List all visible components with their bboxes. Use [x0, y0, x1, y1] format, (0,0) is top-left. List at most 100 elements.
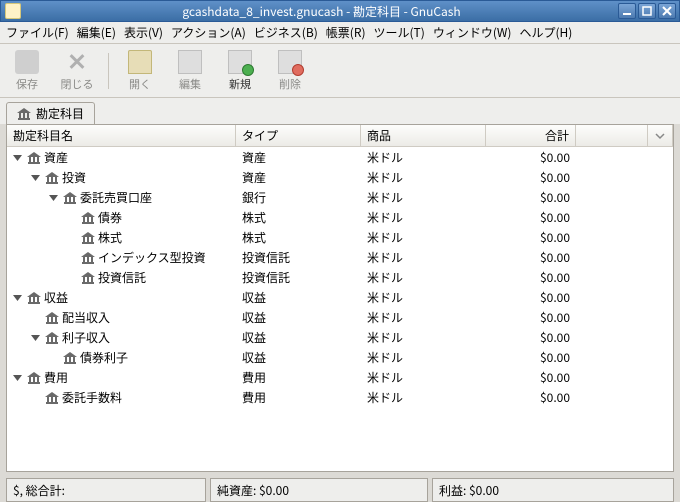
account-name: 配当収入 — [62, 309, 110, 326]
menu-help[interactable]: ヘルプ(H) — [519, 24, 572, 41]
column-chooser-button[interactable] — [648, 125, 673, 146]
tree-body[interactable]: 資産資産米ドル$0.00投資資産米ドル$0.00委託売買口座銀行米ドル$0.00… — [7, 147, 673, 471]
toolbar-edit-button[interactable]: 編集 — [171, 50, 209, 92]
statusbar: $, 総合計: 純資産: $0.00 利益: $0.00 — [6, 478, 674, 502]
account-total: $0.00 — [486, 189, 576, 206]
account-product: 米ドル — [361, 289, 486, 306]
account-total: $0.00 — [486, 329, 576, 346]
account-name: 利子収入 — [62, 329, 110, 346]
account-product: 米ドル — [361, 249, 486, 266]
toolbar-open-button[interactable]: 開く — [121, 50, 159, 92]
table-row[interactable]: 配当収入収益米ドル$0.00 — [7, 307, 673, 327]
app-icon — [5, 3, 21, 19]
expander-icon[interactable] — [49, 353, 58, 362]
menu-tools[interactable]: ツール(T) — [374, 24, 425, 41]
table-row[interactable]: 株式株式米ドル$0.00 — [7, 227, 673, 247]
account-product: 米ドル — [361, 149, 486, 166]
maximize-button[interactable] — [638, 3, 656, 19]
tab-accounts[interactable]: 勘定科目 — [6, 102, 95, 124]
menubar: ファイル(F) 編集(E) 表示(V) アクション(A) ビジネス(B) 帳票(… — [0, 22, 680, 44]
account-name: 費用 — [44, 369, 68, 386]
account-type: 銀行 — [236, 189, 361, 206]
close-button[interactable] — [658, 3, 676, 19]
menu-windows[interactable]: ウィンドウ(W) — [433, 24, 512, 41]
account-icon — [45, 331, 59, 343]
expander-icon[interactable] — [31, 313, 40, 322]
account-type: 資産 — [236, 149, 361, 166]
expander-icon[interactable] — [67, 233, 76, 242]
account-icon — [81, 251, 95, 263]
expander-icon[interactable] — [67, 273, 76, 282]
account-product: 米ドル — [361, 349, 486, 366]
column-header-type[interactable]: タイプ — [236, 125, 361, 146]
toolbar-close-button[interactable]: 閉じる — [58, 50, 96, 92]
menu-business[interactable]: ビジネス(B) — [254, 24, 318, 41]
table-row[interactable]: 利子収入収益米ドル$0.00 — [7, 327, 673, 347]
account-total: $0.00 — [486, 169, 576, 186]
account-product: 米ドル — [361, 369, 486, 386]
window-title: gcashdata_8_invest.gnucash - 勘定科目 - GnuC… — [25, 3, 618, 20]
minimize-button[interactable] — [618, 3, 636, 19]
table-row[interactable]: 資産資産米ドル$0.00 — [7, 147, 673, 167]
toolbar-new-button[interactable]: 新規 — [221, 50, 259, 92]
edit-icon — [178, 50, 202, 74]
account-name: 収益 — [44, 289, 68, 306]
menu-actions[interactable]: アクション(A) — [171, 24, 246, 41]
account-type: 資産 — [236, 169, 361, 186]
account-total: $0.00 — [486, 209, 576, 226]
expander-icon[interactable] — [13, 293, 22, 302]
account-icon — [45, 391, 59, 403]
account-product: 米ドル — [361, 389, 486, 406]
table-row[interactable]: 委託売買口座銀行米ドル$0.00 — [7, 187, 673, 207]
toolbar-delete-button[interactable]: 削除 — [271, 50, 309, 92]
account-name: 債券 — [98, 209, 122, 226]
menu-edit[interactable]: 編集(E) — [77, 24, 116, 41]
table-row[interactable]: 投資 資産米ドル$0.00 — [7, 167, 673, 187]
account-icon — [45, 171, 59, 183]
account-type: 収益 — [236, 329, 361, 346]
table-row[interactable]: インデックス型投資投資信託米ドル$0.00 — [7, 247, 673, 267]
account-total: $0.00 — [486, 229, 576, 246]
account-product: 米ドル — [361, 169, 486, 186]
column-header-name[interactable]: 勘定科目名 — [7, 125, 236, 146]
account-total: $0.00 — [486, 309, 576, 326]
account-name: 投資 — [62, 169, 86, 186]
expander-icon[interactable] — [67, 253, 76, 262]
status-net-assets: 純資産: $0.00 — [210, 478, 428, 502]
menu-reports[interactable]: 帳票(R) — [326, 24, 366, 41]
account-type: 費用 — [236, 389, 361, 406]
account-type: 投資信託 — [236, 269, 361, 286]
table-row[interactable]: 委託手数料費用米ドル$0.00 — [7, 387, 673, 407]
account-type: 投資信託 — [236, 249, 361, 266]
menu-file[interactable]: ファイル(F) — [6, 24, 69, 41]
account-name: 委託売買口座 — [80, 189, 152, 206]
expander-icon[interactable] — [31, 173, 40, 182]
column-header-product[interactable]: 商品 — [361, 125, 486, 146]
table-row[interactable]: 債券株式米ドル$0.00 — [7, 207, 673, 227]
account-total: $0.00 — [486, 289, 576, 306]
account-name: 委託手数料 — [62, 389, 122, 406]
column-header-blank — [576, 125, 648, 146]
expander-icon[interactable] — [67, 213, 76, 222]
table-row[interactable]: 投資信託投資信託米ドル$0.00 — [7, 267, 673, 287]
expander-icon[interactable] — [31, 393, 40, 402]
toolbar-save-button[interactable]: 保存 — [8, 50, 46, 92]
account-type: 収益 — [236, 289, 361, 306]
expander-icon[interactable] — [31, 333, 40, 342]
status-currency: $, 総合計: — [6, 478, 206, 502]
expander-icon[interactable] — [13, 373, 22, 382]
close-icon — [65, 50, 89, 74]
menu-view[interactable]: 表示(V) — [124, 24, 163, 41]
table-row[interactable]: 費用費用米ドル$0.00 — [7, 367, 673, 387]
account-type: 株式 — [236, 229, 361, 246]
account-total: $0.00 — [486, 269, 576, 286]
table-row[interactable]: 債券利子収益米ドル$0.00 — [7, 347, 673, 367]
account-icon — [81, 231, 95, 243]
expander-icon[interactable] — [13, 153, 22, 162]
column-header-total[interactable]: 合計 — [486, 125, 576, 146]
open-icon — [128, 50, 152, 74]
table-row[interactable]: 収益収益米ドル$0.00 — [7, 287, 673, 307]
expander-icon[interactable] — [49, 193, 58, 202]
account-product: 米ドル — [361, 229, 486, 246]
tab-label: 勘定科目 — [36, 105, 84, 122]
